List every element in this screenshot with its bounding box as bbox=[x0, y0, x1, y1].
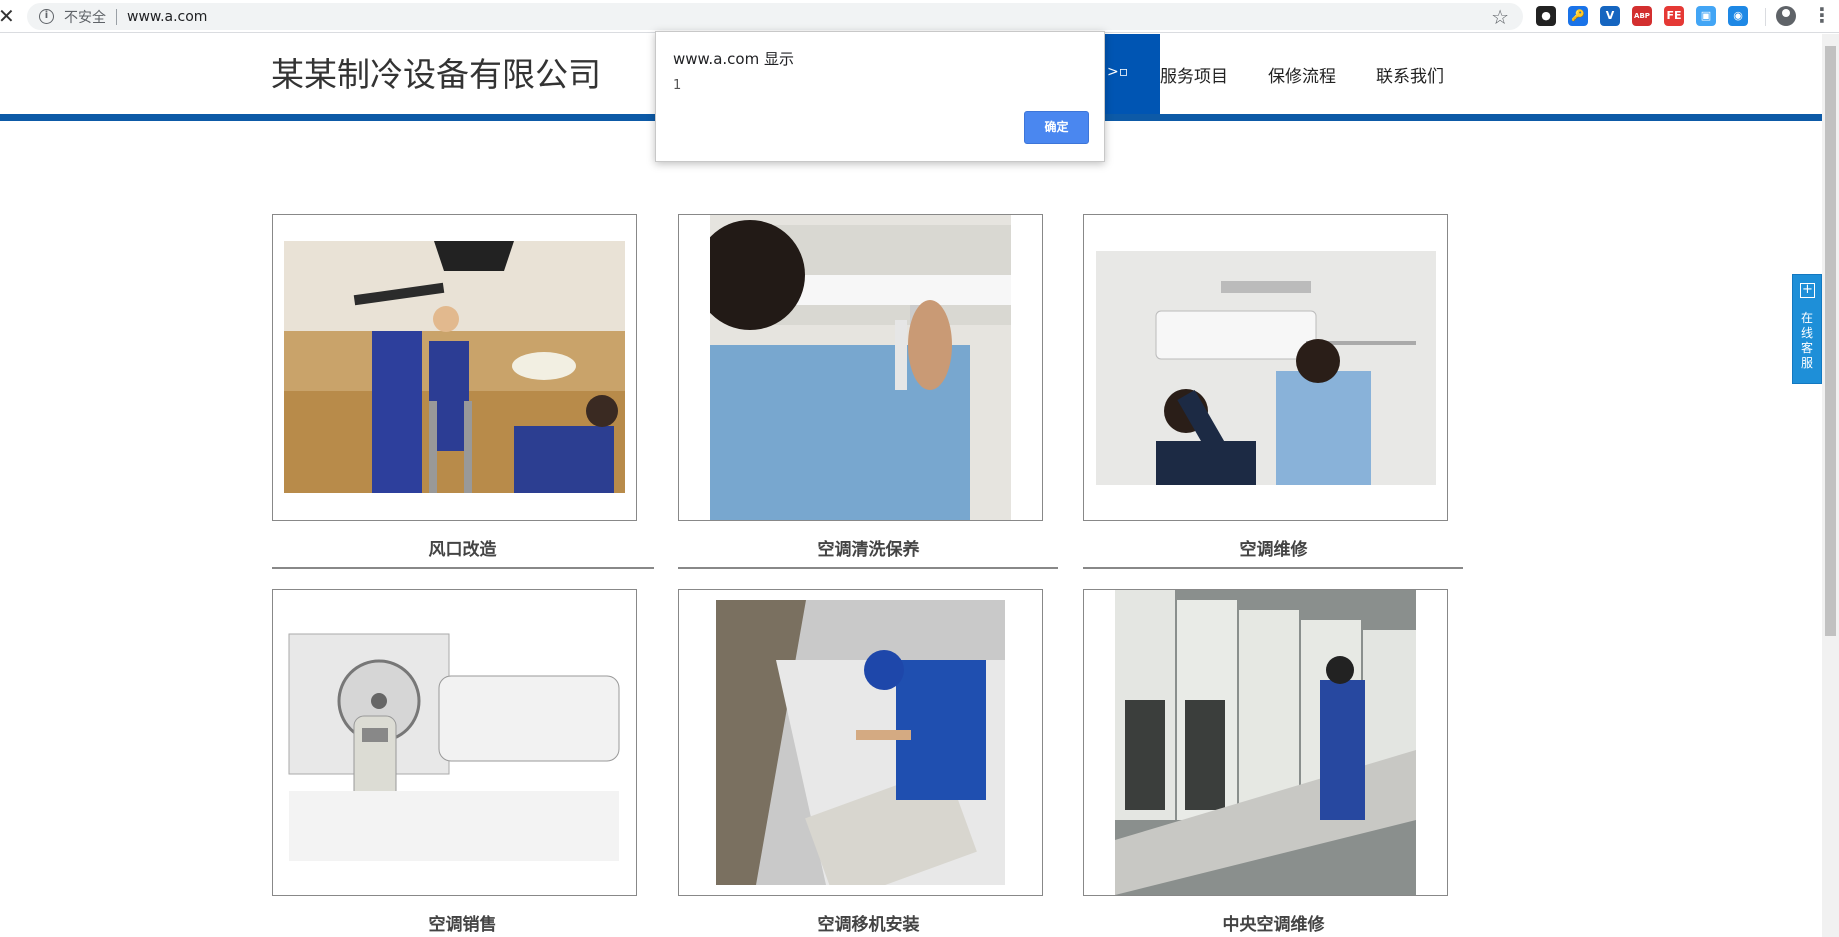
main-nav: 服务项目 保修流程 联系我们 bbox=[1160, 62, 1484, 87]
service-photo-vent bbox=[284, 241, 625, 493]
camera-ext-icon[interactable]: ● bbox=[1536, 6, 1556, 26]
dialog-ok-button[interactable]: 确定 bbox=[1024, 111, 1089, 144]
service-card-sale[interactable] bbox=[272, 589, 637, 896]
company-name: 某某制冷设备有限公司 bbox=[271, 55, 601, 94]
nav-item-warranty[interactable]: 保修流程 bbox=[1268, 62, 1336, 87]
plus-icon: + bbox=[1800, 283, 1815, 298]
broken-image-icon: >▫ bbox=[1107, 64, 1129, 80]
close-icon[interactable]: ✕ bbox=[0, 5, 16, 27]
service-card-install[interactable] bbox=[678, 589, 1043, 896]
online-service-label: 在线客服 bbox=[1801, 311, 1814, 370]
dialog-message: 1 bbox=[673, 78, 682, 93]
url-text[interactable]: www.a.com bbox=[127, 9, 207, 25]
key-ext-icon[interactable]: 🔑 bbox=[1568, 6, 1588, 26]
address-bar[interactable]: i 不安全 www.a.com ☆ bbox=[27, 3, 1523, 30]
scrollbar-thumb[interactable] bbox=[1825, 46, 1836, 636]
service-photo-central bbox=[1115, 590, 1416, 895]
service-photo-cleaning bbox=[710, 215, 1011, 520]
browser-toolbar: ✕ i 不安全 www.a.com ☆ ● 🔑 V ABP FE ▣ ◉ ⋮ bbox=[0, 0, 1839, 33]
service-caption-vent[interactable]: 风口改造 bbox=[280, 535, 645, 560]
abp-ext-icon[interactable]: ABP bbox=[1632, 6, 1652, 26]
bookmark-star-icon[interactable]: ☆ bbox=[1491, 5, 1509, 29]
service-caption-central[interactable]: 中央空调维修 bbox=[1091, 910, 1456, 935]
service-caption-cleaning[interactable]: 空调清洗保养 bbox=[686, 535, 1051, 560]
nav-item-services[interactable]: 服务项目 bbox=[1160, 62, 1228, 87]
service-caption-sale[interactable]: 空调销售 bbox=[280, 910, 645, 935]
caption-underline bbox=[1083, 567, 1463, 569]
eye-ext-icon[interactable]: ◉ bbox=[1728, 6, 1748, 26]
profile-icon[interactable] bbox=[1776, 6, 1796, 26]
web-page: 某某制冷设备有限公司 >▫ 服务项目 保修流程 联系我们 风口改造 空调清洗保养… bbox=[0, 34, 1822, 937]
service-photo-sale bbox=[284, 616, 625, 868]
dialog-title: www.a.com 显示 bbox=[673, 50, 794, 68]
fe-ext-icon[interactable]: FE bbox=[1664, 6, 1684, 26]
caption-underline bbox=[678, 567, 1058, 569]
service-card-repair[interactable] bbox=[1083, 214, 1448, 521]
service-caption-repair[interactable]: 空调维修 bbox=[1091, 535, 1456, 560]
insecure-label: 不安全 bbox=[64, 9, 106, 26]
tv-ext-icon[interactable]: ▣ bbox=[1696, 6, 1716, 26]
info-icon[interactable]: i bbox=[39, 9, 54, 24]
service-photo-install bbox=[716, 600, 1005, 885]
omnibox-divider bbox=[116, 8, 117, 25]
service-card-central[interactable] bbox=[1083, 589, 1448, 896]
service-card-cleaning[interactable] bbox=[678, 214, 1043, 521]
service-photo-repair bbox=[1096, 251, 1436, 485]
v-ext-icon[interactable]: V bbox=[1600, 6, 1620, 26]
service-caption-install[interactable]: 空调移机安装 bbox=[686, 910, 1051, 935]
caption-underline bbox=[272, 567, 654, 569]
online-service-tab[interactable]: + 在线客服 bbox=[1792, 274, 1822, 384]
nav-item-contact[interactable]: 联系我们 bbox=[1376, 62, 1444, 87]
service-card-vent[interactable] bbox=[272, 214, 637, 521]
alert-dialog: www.a.com 显示 1 确定 bbox=[655, 31, 1105, 162]
toolbar-divider bbox=[1765, 8, 1766, 26]
chrome-menu-icon[interactable]: ⋮ bbox=[1812, 3, 1832, 27]
